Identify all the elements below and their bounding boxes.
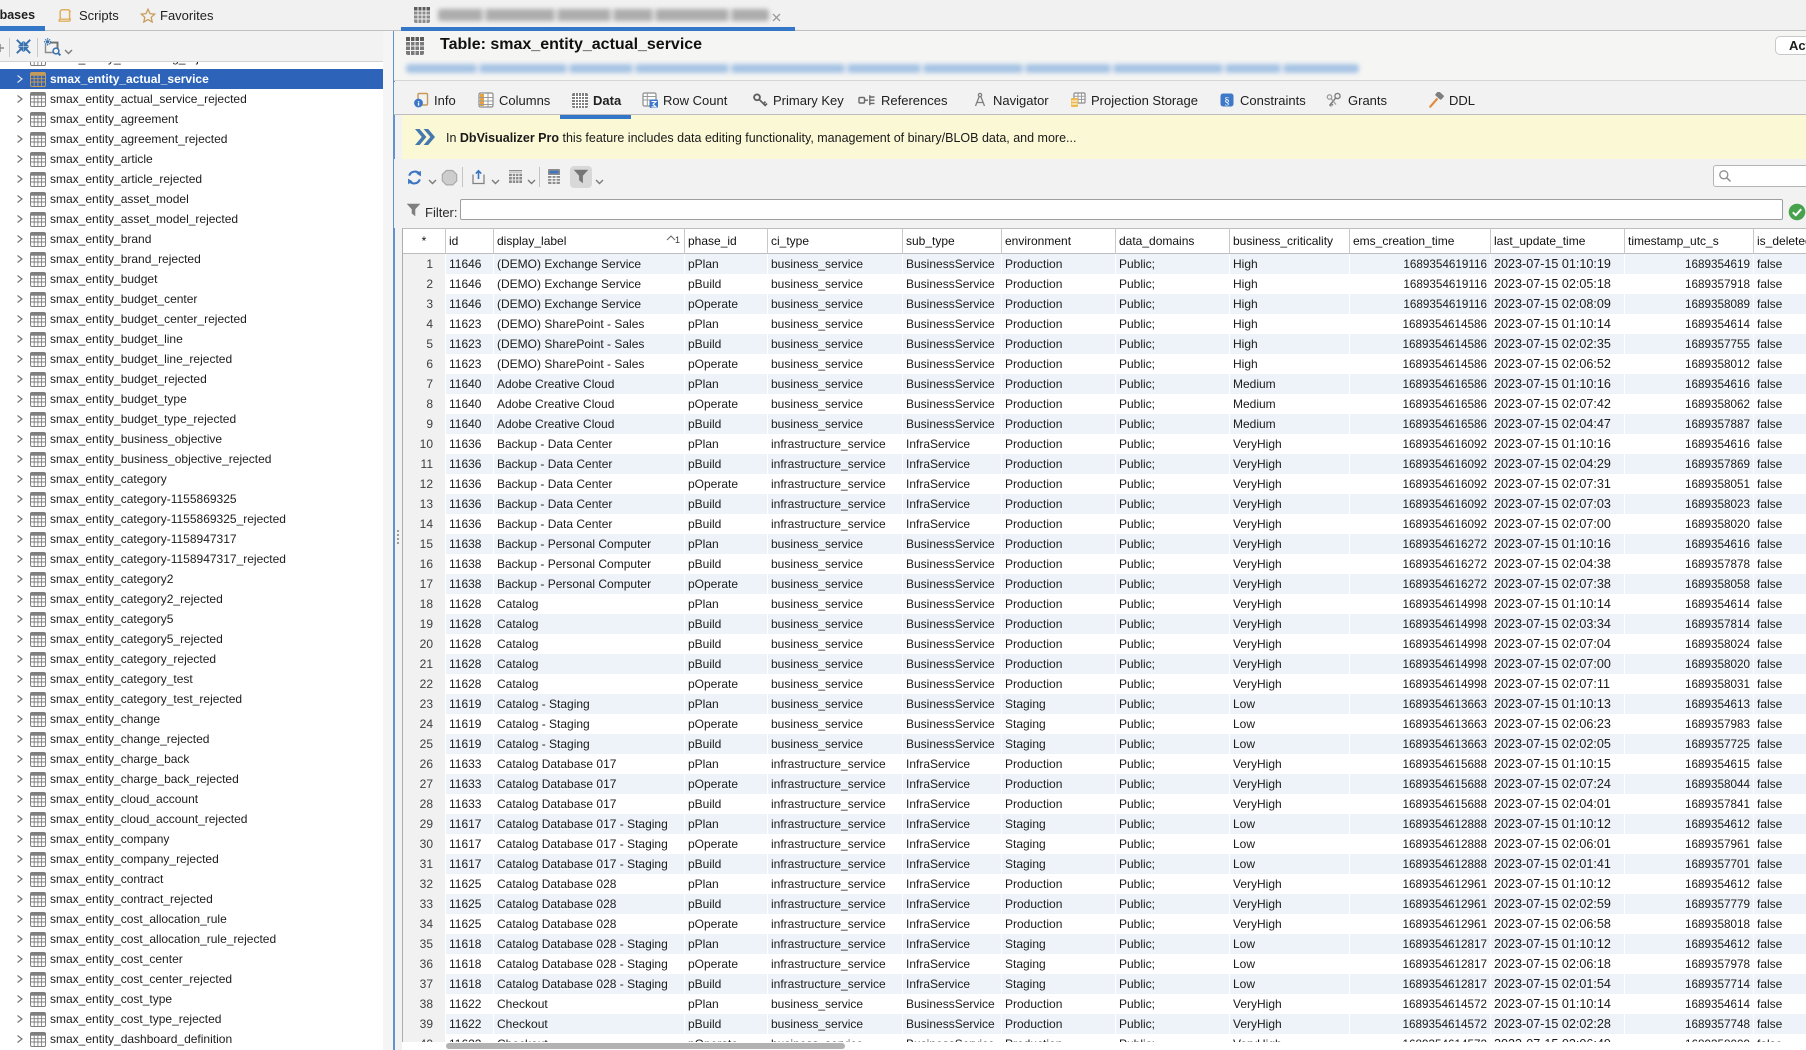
svg-text:§: § [1224,95,1230,107]
